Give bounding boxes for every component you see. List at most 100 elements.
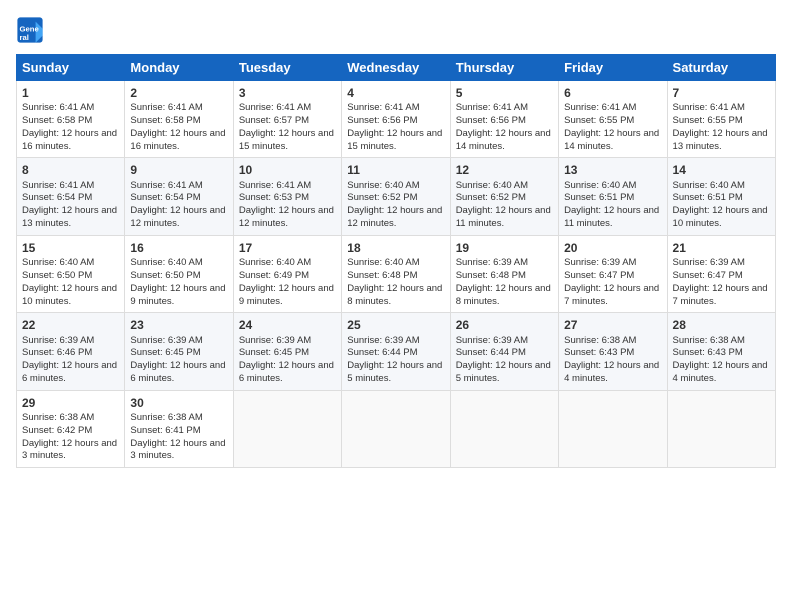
day-number: 11 bbox=[347, 162, 444, 178]
calendar-cell: 13 Sunrise: 6:40 AM Sunset: 6:51 PM Dayl… bbox=[559, 158, 667, 235]
day-number: 9 bbox=[130, 162, 227, 178]
calendar-week-4: 22 Sunrise: 6:39 AM Sunset: 6:46 PM Dayl… bbox=[17, 313, 776, 390]
calendar-week-5: 29 Sunrise: 6:38 AM Sunset: 6:42 PM Dayl… bbox=[17, 390, 776, 467]
sunrise: Sunrise: 6:39 AM bbox=[456, 335, 528, 346]
sunset: Sunset: 6:55 PM bbox=[564, 115, 634, 126]
calendar-cell: 22 Sunrise: 6:39 AM Sunset: 6:46 PM Dayl… bbox=[17, 313, 125, 390]
sunrise: Sunrise: 6:39 AM bbox=[239, 335, 311, 346]
weekday-header-friday: Friday bbox=[559, 55, 667, 81]
calendar-cell: 6 Sunrise: 6:41 AM Sunset: 6:55 PM Dayli… bbox=[559, 81, 667, 158]
sunset: Sunset: 6:46 PM bbox=[22, 347, 92, 358]
sunset: Sunset: 6:52 PM bbox=[347, 192, 417, 203]
sunrise: Sunrise: 6:41 AM bbox=[564, 102, 636, 113]
day-number: 7 bbox=[673, 85, 770, 101]
calendar-week-1: 1 Sunrise: 6:41 AM Sunset: 6:58 PM Dayli… bbox=[17, 81, 776, 158]
sunset: Sunset: 6:41 PM bbox=[130, 425, 200, 436]
weekday-header-tuesday: Tuesday bbox=[233, 55, 341, 81]
sunrise: Sunrise: 6:39 AM bbox=[130, 335, 202, 346]
daylight: Daylight: 12 hours and 6 minutes. bbox=[22, 360, 117, 384]
day-number: 23 bbox=[130, 317, 227, 333]
daylight: Daylight: 12 hours and 15 minutes. bbox=[347, 128, 442, 152]
calendar-cell: 25 Sunrise: 6:39 AM Sunset: 6:44 PM Dayl… bbox=[342, 313, 450, 390]
calendar-cell: 10 Sunrise: 6:41 AM Sunset: 6:53 PM Dayl… bbox=[233, 158, 341, 235]
weekday-header-row: SundayMondayTuesdayWednesdayThursdayFrid… bbox=[17, 55, 776, 81]
calendar-cell: 1 Sunrise: 6:41 AM Sunset: 6:58 PM Dayli… bbox=[17, 81, 125, 158]
logo-icon: Gene ral bbox=[16, 16, 44, 44]
daylight: Daylight: 12 hours and 10 minutes. bbox=[673, 205, 768, 229]
sunset: Sunset: 6:48 PM bbox=[456, 270, 526, 281]
daylight: Daylight: 12 hours and 14 minutes. bbox=[564, 128, 659, 152]
sunset: Sunset: 6:54 PM bbox=[130, 192, 200, 203]
sunset: Sunset: 6:44 PM bbox=[347, 347, 417, 358]
calendar-cell: 30 Sunrise: 6:38 AM Sunset: 6:41 PM Dayl… bbox=[125, 390, 233, 467]
calendar-cell: 29 Sunrise: 6:38 AM Sunset: 6:42 PM Dayl… bbox=[17, 390, 125, 467]
sunrise: Sunrise: 6:39 AM bbox=[22, 335, 94, 346]
sunrise: Sunrise: 6:41 AM bbox=[22, 102, 94, 113]
daylight: Daylight: 12 hours and 15 minutes. bbox=[239, 128, 334, 152]
weekday-header-wednesday: Wednesday bbox=[342, 55, 450, 81]
sunset: Sunset: 6:58 PM bbox=[130, 115, 200, 126]
daylight: Daylight: 12 hours and 7 minutes. bbox=[673, 283, 768, 307]
calendar-cell bbox=[667, 390, 775, 467]
sunset: Sunset: 6:49 PM bbox=[239, 270, 309, 281]
sunset: Sunset: 6:53 PM bbox=[239, 192, 309, 203]
logo: Gene ral bbox=[16, 16, 48, 44]
day-number: 14 bbox=[673, 162, 770, 178]
calendar-cell: 18 Sunrise: 6:40 AM Sunset: 6:48 PM Dayl… bbox=[342, 235, 450, 312]
calendar-cell: 16 Sunrise: 6:40 AM Sunset: 6:50 PM Dayl… bbox=[125, 235, 233, 312]
sunset: Sunset: 6:43 PM bbox=[564, 347, 634, 358]
daylight: Daylight: 12 hours and 11 minutes. bbox=[564, 205, 659, 229]
sunrise: Sunrise: 6:39 AM bbox=[347, 335, 419, 346]
svg-text:Gene: Gene bbox=[20, 24, 40, 33]
calendar-cell: 19 Sunrise: 6:39 AM Sunset: 6:48 PM Dayl… bbox=[450, 235, 558, 312]
daylight: Daylight: 12 hours and 8 minutes. bbox=[347, 283, 442, 307]
day-number: 21 bbox=[673, 240, 770, 256]
daylight: Daylight: 12 hours and 5 minutes. bbox=[456, 360, 551, 384]
sunset: Sunset: 6:43 PM bbox=[673, 347, 743, 358]
calendar-cell bbox=[342, 390, 450, 467]
sunrise: Sunrise: 6:40 AM bbox=[456, 180, 528, 191]
daylight: Daylight: 12 hours and 14 minutes. bbox=[456, 128, 551, 152]
sunset: Sunset: 6:56 PM bbox=[456, 115, 526, 126]
daylight: Daylight: 12 hours and 6 minutes. bbox=[130, 360, 225, 384]
sunrise: Sunrise: 6:40 AM bbox=[22, 257, 94, 268]
day-number: 16 bbox=[130, 240, 227, 256]
calendar-cell: 14 Sunrise: 6:40 AM Sunset: 6:51 PM Dayl… bbox=[667, 158, 775, 235]
daylight: Daylight: 12 hours and 6 minutes. bbox=[239, 360, 334, 384]
sunrise: Sunrise: 6:38 AM bbox=[130, 412, 202, 423]
sunrise: Sunrise: 6:40 AM bbox=[347, 180, 419, 191]
calendar-cell: 24 Sunrise: 6:39 AM Sunset: 6:45 PM Dayl… bbox=[233, 313, 341, 390]
daylight: Daylight: 12 hours and 3 minutes. bbox=[22, 438, 117, 462]
day-number: 15 bbox=[22, 240, 119, 256]
weekday-header-sunday: Sunday bbox=[17, 55, 125, 81]
daylight: Daylight: 12 hours and 11 minutes. bbox=[456, 205, 551, 229]
daylight: Daylight: 12 hours and 9 minutes. bbox=[130, 283, 225, 307]
calendar-cell: 7 Sunrise: 6:41 AM Sunset: 6:55 PM Dayli… bbox=[667, 81, 775, 158]
day-number: 10 bbox=[239, 162, 336, 178]
sunrise: Sunrise: 6:41 AM bbox=[347, 102, 419, 113]
sunrise: Sunrise: 6:41 AM bbox=[239, 180, 311, 191]
daylight: Daylight: 12 hours and 12 minutes. bbox=[239, 205, 334, 229]
weekday-header-thursday: Thursday bbox=[450, 55, 558, 81]
calendar-cell: 20 Sunrise: 6:39 AM Sunset: 6:47 PM Dayl… bbox=[559, 235, 667, 312]
sunrise: Sunrise: 6:40 AM bbox=[673, 180, 745, 191]
svg-text:ral: ral bbox=[20, 33, 29, 42]
day-number: 26 bbox=[456, 317, 553, 333]
day-number: 6 bbox=[564, 85, 661, 101]
daylight: Daylight: 12 hours and 3 minutes. bbox=[130, 438, 225, 462]
calendar-cell: 11 Sunrise: 6:40 AM Sunset: 6:52 PM Dayl… bbox=[342, 158, 450, 235]
sunset: Sunset: 6:55 PM bbox=[673, 115, 743, 126]
weekday-header-monday: Monday bbox=[125, 55, 233, 81]
day-number: 8 bbox=[22, 162, 119, 178]
daylight: Daylight: 12 hours and 8 minutes. bbox=[456, 283, 551, 307]
day-number: 27 bbox=[564, 317, 661, 333]
calendar-cell: 23 Sunrise: 6:39 AM Sunset: 6:45 PM Dayl… bbox=[125, 313, 233, 390]
sunset: Sunset: 6:57 PM bbox=[239, 115, 309, 126]
day-number: 17 bbox=[239, 240, 336, 256]
day-number: 4 bbox=[347, 85, 444, 101]
page-header: Gene ral bbox=[16, 16, 776, 44]
day-number: 3 bbox=[239, 85, 336, 101]
sunset: Sunset: 6:52 PM bbox=[456, 192, 526, 203]
daylight: Daylight: 12 hours and 12 minutes. bbox=[347, 205, 442, 229]
daylight: Daylight: 12 hours and 10 minutes. bbox=[22, 283, 117, 307]
